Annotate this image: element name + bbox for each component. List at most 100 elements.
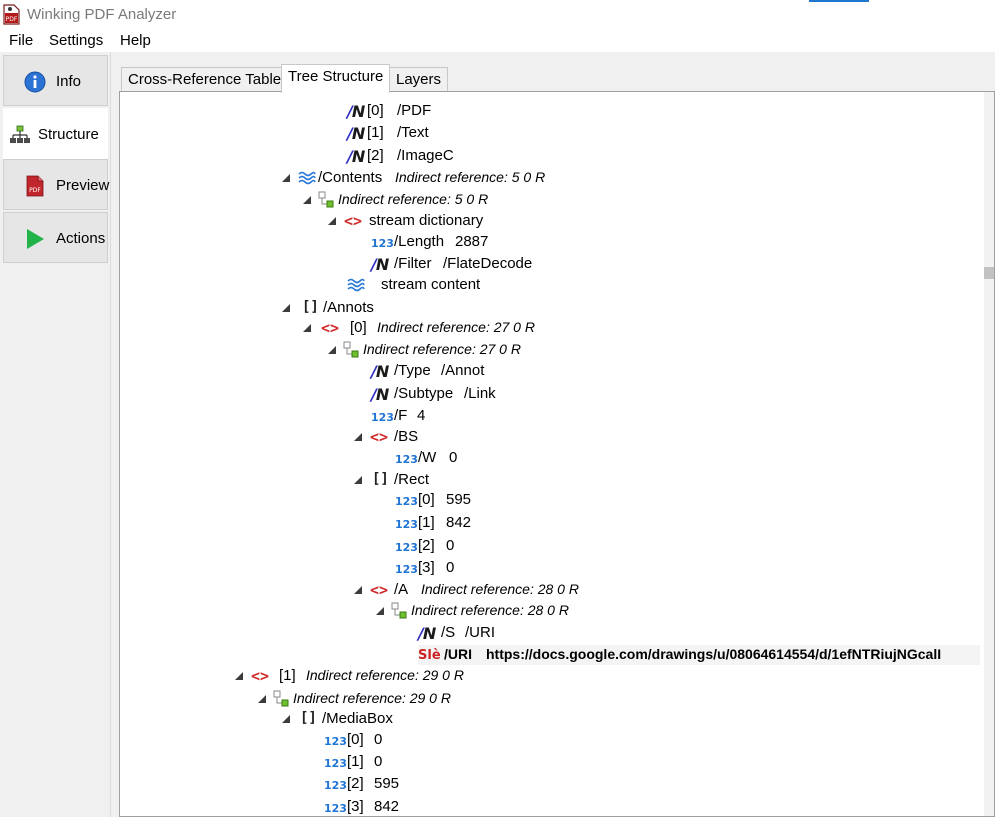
stream-icon	[298, 171, 316, 185]
collapse-arrow-icon[interactable]	[282, 304, 290, 312]
menu-file[interactable]: File	[9, 32, 33, 49]
node-value: /Link	[464, 385, 496, 402]
info-icon	[24, 71, 46, 93]
sidebar-item-label: Structure	[38, 126, 99, 143]
sidebar: Info Structure PDF Preview Actions	[0, 52, 111, 817]
array-icon: []	[372, 471, 389, 487]
dictionary-icon: <>	[344, 212, 363, 230]
array-index: [0]	[350, 319, 367, 336]
node-value: 842	[446, 514, 472, 531]
menu-bar: File Settings Help	[0, 30, 995, 52]
collapse-arrow-icon[interactable]	[303, 324, 311, 332]
node-value: 4	[417, 407, 426, 424]
vertical-scrollbar[interactable]	[984, 92, 994, 816]
node-value: 0	[449, 449, 458, 466]
node-key: /MediaBox	[322, 710, 393, 727]
node-value: 0	[374, 753, 383, 770]
node-value: 0	[446, 559, 455, 576]
node-key: /Annots	[323, 299, 374, 316]
string-object-icon: Slè	[418, 648, 441, 663]
numeric-object-icon: 123	[324, 735, 347, 748]
name-object-icon: /N	[371, 362, 389, 381]
node-key: stream content	[381, 276, 481, 293]
node-key: stream dictionary	[369, 212, 484, 229]
array-icon: []	[300, 710, 317, 726]
node-reference: Indirect reference: 5 0 R	[395, 169, 546, 185]
node-reference: Indirect reference: 5 0 R	[338, 191, 489, 207]
node-value: /ImageC	[397, 147, 454, 164]
array-index: [2]	[418, 537, 435, 554]
title-bar: PDF Winking PDF Analyzer	[0, 0, 995, 30]
collapse-arrow-icon[interactable]	[235, 672, 243, 680]
name-object-icon: /N	[347, 124, 365, 143]
node-key: /W	[418, 449, 437, 466]
numeric-object-icon: 123	[324, 757, 347, 770]
app-logo-icon: PDF	[3, 4, 20, 25]
collapse-arrow-icon[interactable]	[328, 217, 336, 225]
dictionary-icon: <>	[370, 428, 389, 446]
collapse-arrow-icon[interactable]	[258, 695, 266, 703]
array-index: [2]	[347, 775, 364, 792]
dictionary-icon: <>	[370, 581, 389, 599]
node-value: 0	[446, 537, 455, 554]
node-value: https://docs.google.com/drawings/u/08064…	[486, 646, 942, 662]
tab-layers[interactable]: Layers	[389, 67, 449, 92]
node-key: /A	[394, 581, 409, 598]
node-value: /PDF	[397, 102, 432, 119]
sidebar-item-preview[interactable]: PDF Preview	[3, 159, 110, 210]
tab-cross-reference-table[interactable]: Cross-Reference Table	[121, 67, 289, 92]
node-reference: Indirect reference: 27 0 R	[377, 319, 535, 335]
numeric-object-icon: 123	[371, 237, 394, 250]
node-value: 2887	[455, 233, 489, 250]
collapse-arrow-icon[interactable]	[303, 196, 311, 204]
collapse-arrow-icon[interactable]	[354, 586, 362, 594]
menu-settings[interactable]: Settings	[49, 32, 103, 49]
numeric-object-icon: 123	[371, 411, 394, 424]
sidebar-item-structure[interactable]: Structure	[3, 108, 108, 159]
sidebar-item-info[interactable]: Info	[3, 55, 108, 106]
tab-tree-structure[interactable]: Tree Structure	[281, 64, 391, 93]
dictionary-icon: <>	[251, 667, 270, 685]
node-key: /URI	[444, 646, 472, 662]
node-value: /FlateDecode	[443, 255, 533, 272]
node-reference: Indirect reference: 28 0 R	[411, 602, 569, 618]
name-object-icon: /N	[347, 102, 365, 121]
node-key: /Length	[394, 233, 445, 250]
indirect-reference-icon	[343, 341, 359, 358]
indirect-reference-icon	[273, 690, 289, 707]
pdf-document-icon: PDF	[26, 175, 44, 197]
array-index: [1]	[347, 753, 364, 770]
node-value: /Annot	[441, 362, 485, 379]
name-object-icon: /N	[371, 385, 389, 404]
array-icon: []	[302, 299, 319, 315]
array-index: [2]	[367, 147, 384, 164]
scrollbar-thumb[interactable]	[984, 267, 994, 279]
collapse-arrow-icon[interactable]	[328, 346, 336, 354]
collapse-arrow-icon[interactable]	[354, 433, 362, 441]
node-key: /S	[441, 624, 456, 641]
name-object-icon: /N	[371, 255, 389, 274]
node-value: 0	[374, 731, 383, 748]
stream-icon	[347, 278, 365, 292]
sidebar-item-actions[interactable]: Actions	[3, 212, 108, 263]
structure-icon	[10, 125, 30, 143]
collapse-arrow-icon[interactable]	[354, 476, 362, 484]
numeric-object-icon: 123	[395, 453, 418, 466]
sidebar-item-label: Info	[56, 73, 82, 90]
title-accent-bar	[809, 0, 869, 2]
numeric-object-icon: 123	[324, 802, 347, 815]
node-value: 842	[374, 798, 400, 815]
node-key: /Type	[394, 362, 431, 379]
node-key: /BS	[394, 428, 419, 445]
array-index: [1]	[367, 124, 384, 141]
menu-help[interactable]: Help	[120, 32, 151, 49]
node-reference: Indirect reference: 27 0 R	[363, 341, 521, 357]
array-index: [1]	[418, 514, 435, 531]
collapse-arrow-icon[interactable]	[376, 607, 384, 615]
collapse-arrow-icon[interactable]	[282, 174, 290, 182]
numeric-object-icon: 123	[395, 518, 418, 531]
tree-view[interactable]: /N [0] /PDF /N [1] /Text /N [2] /ImageC	[119, 91, 995, 817]
collapse-arrow-icon[interactable]	[282, 715, 290, 723]
sidebar-item-label: Preview	[56, 177, 110, 194]
main-panel: Cross-Reference Table Tree Structure Lay…	[111, 52, 995, 817]
